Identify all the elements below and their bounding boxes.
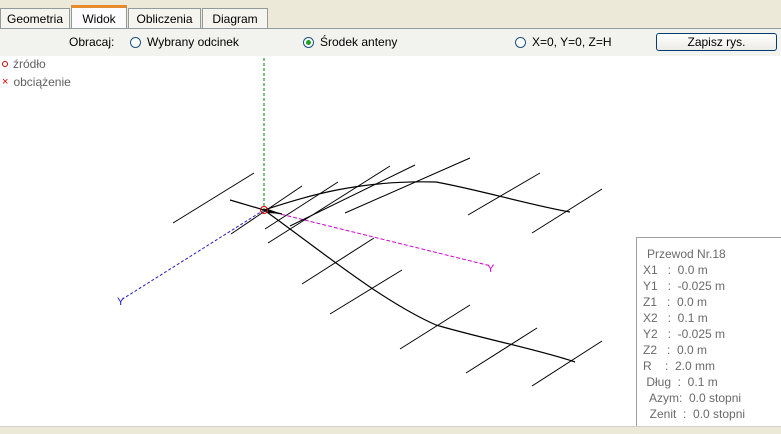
legend-load: × obciążenie <box>2 75 71 89</box>
save-image-button[interactable]: Zapisz rys. <box>656 33 777 51</box>
radio-origin[interactable]: X=0, Y=0, Z=H <box>515 35 612 49</box>
element <box>230 185 303 235</box>
wire-info-row: Y2 : -0.025 m <box>643 327 726 341</box>
wire-info-row: R : 2.0 mm <box>643 359 716 373</box>
element <box>172 172 255 224</box>
tab-bar: Geometria Widok Obliczenia Diagram <box>0 0 781 30</box>
legend-source: źródło <box>2 57 46 71</box>
element <box>267 165 391 244</box>
radio-label: X=0, Y=0, Z=H <box>532 35 612 49</box>
wire-info-row: Azym: 0.0 stopni <box>643 391 742 405</box>
x-axis-marker: Y <box>117 296 125 308</box>
radio-circle-icon <box>303 36 314 48</box>
boom-curve-upper <box>263 181 571 213</box>
radio-circle-icon <box>515 36 526 48</box>
radio-circle-icon <box>130 36 141 48</box>
wire-info-row: Z2 : 0.0 m <box>643 343 708 357</box>
y-axis-marker: Y <box>487 263 495 275</box>
wire-info-row: Dług : 0.1 m <box>643 375 718 389</box>
legend-source-label: źródło <box>13 57 46 71</box>
tab-geometria[interactable]: Geometria <box>0 8 70 28</box>
feed-point-icon <box>268 209 282 214</box>
radio-dot-icon <box>306 39 311 45</box>
tab-diagram[interactable]: Diagram <box>202 8 268 28</box>
element <box>289 164 416 227</box>
tab-widok[interactable]: Widok <box>71 5 127 29</box>
radio-antenna-center[interactable]: Środek anteny <box>303 35 397 49</box>
wire-info-row: Z1 : 0.0 m <box>643 295 708 309</box>
y-axis <box>263 209 492 267</box>
element <box>531 340 603 387</box>
radio-selected-segment[interactable]: Wybrany odcinek <box>130 35 239 49</box>
element <box>465 327 538 374</box>
radio-label: Środek anteny <box>320 35 398 49</box>
load-cross-icon: × <box>2 76 9 88</box>
element <box>329 269 403 315</box>
wire-info-row: Zenit : 0.0 stopni <box>643 407 746 421</box>
radio-label: Wybrany odcinek <box>147 35 239 49</box>
legend-load-label: obciążenie <box>13 75 71 89</box>
wire-info-row: Y1 : -0.025 m <box>643 279 726 293</box>
wire-info-title: Przewod Nr.18 <box>647 247 726 261</box>
element <box>531 188 603 234</box>
rotate-label: Obracaj: <box>69 35 115 49</box>
boom-curve-lower <box>263 209 576 363</box>
wire-info-panel: Przewod Nr.18 X1 : 0.0 m Y1 : -0.025 m Z… <box>636 237 781 426</box>
element <box>301 237 375 285</box>
x-axis <box>120 209 265 301</box>
wire-info-row: X2 : 0.1 m <box>643 311 708 325</box>
element <box>467 172 541 216</box>
wire-info-row: X1 : 0.0 m <box>643 263 708 277</box>
tab-obliczenia[interactable]: Obliczenia <box>128 8 201 28</box>
source-circle-icon <box>2 61 8 67</box>
